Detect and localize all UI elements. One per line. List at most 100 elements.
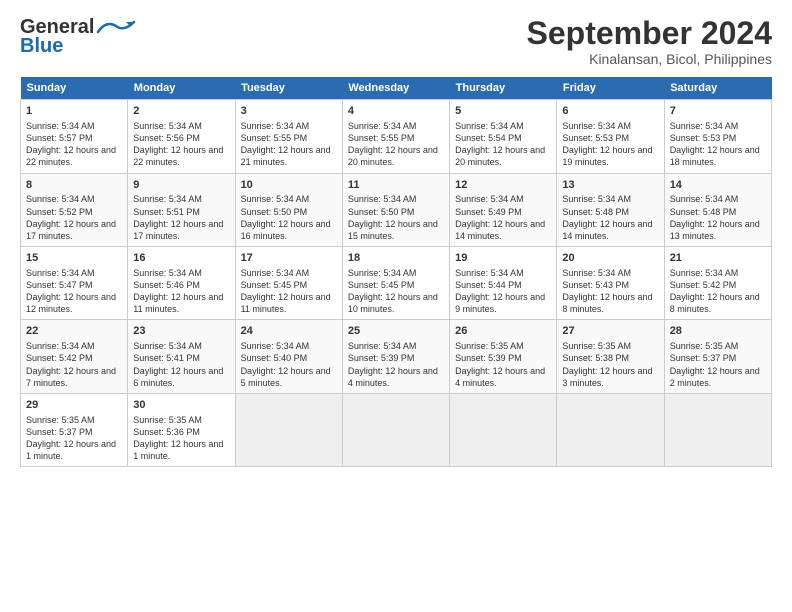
day-cell-13: 13Sunrise: 5:34 AM Sunset: 5:48 PM Dayligh… [557, 173, 664, 246]
day-number: 13 [562, 178, 658, 193]
sunset-text: Sunset: 5:41 PM [133, 353, 200, 363]
sunset-text: Sunset: 5:39 PM [455, 353, 522, 363]
day-cell-2: 2Sunrise: 5:34 AMSunset: 5:56 PMDaylight… [128, 100, 235, 173]
calendar-week-row: 22Sunrise: 5:34 AMSunset: 5:42 PMDayligh… [21, 320, 772, 393]
sunrise-text: Sunrise: 5:35 AM [455, 341, 524, 351]
sunrise-text: Sunrise: 5:35 AM [26, 415, 95, 425]
sunset-text: Sunset: 5:50 PM [241, 207, 308, 217]
day-cell-24: 24Sunrise: 5:34 AMSunset: 5:40 PMDayligh… [235, 320, 342, 393]
sunset-text: Sunset: 5:48 PM [562, 207, 629, 217]
empty-cell [235, 393, 342, 466]
day-number: 17 [241, 251, 337, 266]
logo-bird-icon [96, 18, 136, 36]
sunrise-text: Sunrise: 5:34 AM [26, 341, 95, 351]
day-number: 5 [455, 104, 551, 119]
day-cell-5: 5Sunrise: 5:34 AMSunset: 5:54 PMDaylight… [450, 100, 557, 173]
day-cell-21: 21Sunrise: 5:34 AMSunset: 5:42 PMDayligh… [664, 247, 771, 320]
day-cell-16: 16Sunrise: 5:34 AMSunset: 5:46 PMDayligh… [128, 247, 235, 320]
sunset-text: Sunset: 5:46 PM [133, 280, 200, 290]
sunrise-text: Sunrise: 5:34 AM [562, 121, 631, 131]
daylight-text: Daylight: 12 hours and 14 minutes. [455, 219, 545, 241]
day-number: 18 [348, 251, 444, 266]
sunset-text: Sunset: 5:57 PM [26, 133, 93, 143]
day-cell-12: 12Sunrise: 5:34 AMSunset: 5:49 PMDayligh… [450, 173, 557, 246]
sunrise-text: Sunrise: 5:35 AM [562, 341, 631, 351]
calendar-week-row: 1Sunrise: 5:34 AMSunset: 5:57 PMDaylight… [21, 100, 772, 173]
daylight-text: Daylight: 12 hours and 21 minutes. [241, 145, 331, 167]
sunset-text: Sunset: 5:45 PM [348, 280, 415, 290]
daylight-text: Daylight: 12 hours and 18 minutes. [670, 145, 760, 167]
day-number: 15 [26, 251, 122, 266]
day-number: 19 [455, 251, 551, 266]
empty-cell [450, 393, 557, 466]
day-number: 30 [133, 398, 229, 413]
empty-cell [342, 393, 449, 466]
sunset-text: Sunset: 5:53 PM [670, 133, 737, 143]
sunrise-text: Sunrise: 5:34 AM [241, 121, 310, 131]
empty-cell [664, 393, 771, 466]
daylight-text: Daylight: 12 hours and 1 minute. [133, 439, 223, 461]
sunrise-text: Sunrise: 5:34 AM [133, 268, 202, 278]
day-number: 20 [562, 251, 658, 266]
sunrise-text: Sunrise: 5:35 AM [133, 415, 202, 425]
sunset-text: Sunset: 5:54 PM [455, 133, 522, 143]
sunset-text: Sunset: 5:55 PM [241, 133, 308, 143]
sunrise-text: Sunrise: 5:34 AM [562, 268, 631, 278]
logo-text-blue: Blue [20, 35, 63, 57]
day-number: 23 [133, 324, 229, 339]
sunset-text: Sunset: 5:36 PM [133, 427, 200, 437]
day-header-wednesday: Wednesday [342, 77, 449, 100]
day-header-monday: Monday [128, 77, 235, 100]
sunrise-text: Sunrise: 5:34 AM [348, 121, 417, 131]
daylight-text: Daylight: 12 hours and 7 minutes. [26, 366, 116, 388]
day-header-sunday: Sunday [21, 77, 128, 100]
day-number: 29 [26, 398, 122, 413]
sunrise-text: Sunrise: 5:34 AM [26, 268, 95, 278]
daylight-text: Daylight: 12 hours and 20 minutes. [455, 145, 545, 167]
day-number: 14 [670, 178, 766, 193]
sunrise-text: Sunrise: 5:34 AM [133, 194, 202, 204]
day-cell-14: 14Sunrise: 5:34 AMSunset: 5:48 PMDayligh… [664, 173, 771, 246]
day-cell-6: 6Sunrise: 5:34 AMSunset: 5:53 PMDaylight… [557, 100, 664, 173]
sunrise-text: Sunrise: 5:34 AM [241, 268, 310, 278]
day-cell-11: 11Sunrise: 5:34 AMSunset: 5:50 PMDayligh… [342, 173, 449, 246]
sunset-text: Sunset: 5:43 PM [562, 280, 629, 290]
header: General Blue September 2024 Kinalansan, … [20, 16, 772, 67]
sunrise-text: Sunrise: 5:34 AM [26, 194, 95, 204]
day-number: 7 [670, 104, 766, 119]
day-header-tuesday: Tuesday [235, 77, 342, 100]
sunset-text: Sunset: 5:40 PM [241, 353, 308, 363]
daylight-text: Daylight: 12 hours and 8 minutes. [562, 292, 652, 314]
empty-cell [557, 393, 664, 466]
daylight-text: Daylight: 12 hours and 5 minutes. [241, 366, 331, 388]
daylight-text: Daylight: 12 hours and 8 minutes. [670, 292, 760, 314]
sunrise-text: Sunrise: 5:34 AM [562, 194, 631, 204]
day-cell-1: 1Sunrise: 5:34 AMSunset: 5:57 PMDaylight… [21, 100, 128, 173]
sunrise-text: Sunrise: 5:34 AM [133, 341, 202, 351]
sunrise-text: Sunrise: 5:34 AM [133, 121, 202, 131]
daylight-text: Daylight: 12 hours and 14 minutes. [562, 219, 652, 241]
sunset-text: Sunset: 5:39 PM [348, 353, 415, 363]
day-cell-28: 28Sunrise: 5:35 AMSunset: 5:37 PMDayligh… [664, 320, 771, 393]
sunset-text: Sunset: 5:37 PM [670, 353, 737, 363]
daylight-text: Daylight: 12 hours and 20 minutes. [348, 145, 438, 167]
sunrise-text: Sunrise: 5:34 AM [241, 341, 310, 351]
sunrise-text: Sunrise: 5:34 AM [455, 268, 524, 278]
daylight-text: Daylight: 12 hours and 11 minutes. [133, 292, 223, 314]
daylight-text: Daylight: 12 hours and 19 minutes. [562, 145, 652, 167]
sunset-text: Sunset: 5:55 PM [348, 133, 415, 143]
day-cell-4: 4Sunrise: 5:34 AMSunset: 5:55 PMDaylight… [342, 100, 449, 173]
day-cell-3: 3Sunrise: 5:34 AMSunset: 5:55 PMDaylight… [235, 100, 342, 173]
day-header-friday: Friday [557, 77, 664, 100]
daylight-text: Daylight: 12 hours and 9 minutes. [455, 292, 545, 314]
day-number: 27 [562, 324, 658, 339]
calendar-week-row: 29Sunrise: 5:35 AMSunset: 5:37 PMDayligh… [21, 393, 772, 466]
daylight-text: Daylight: 12 hours and 3 minutes. [562, 366, 652, 388]
sunset-text: Sunset: 5:48 PM [670, 207, 737, 217]
daylight-text: Daylight: 12 hours and 17 minutes. [133, 219, 223, 241]
day-cell-29: 29Sunrise: 5:35 AMSunset: 5:37 PMDayligh… [21, 393, 128, 466]
calendar-week-row: 15Sunrise: 5:34 AMSunset: 5:47 PMDayligh… [21, 247, 772, 320]
daylight-text: Daylight: 12 hours and 13 minutes. [670, 219, 760, 241]
day-number: 21 [670, 251, 766, 266]
daylight-text: Daylight: 12 hours and 1 minute. [26, 439, 116, 461]
